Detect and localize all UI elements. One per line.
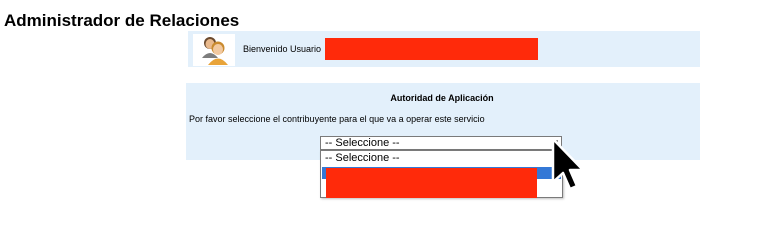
welcome-bar: Bienvenido Usuario xyxy=(188,31,700,67)
authority-instruction: Por favor seleccione el contribuyente pa… xyxy=(189,114,485,124)
taxpayer-dropdown-list: -- Seleccione -- xyxy=(320,150,563,198)
welcome-text: Bienvenido Usuario xyxy=(243,44,322,54)
dropdown-option-placeholder[interactable]: -- Seleccione -- xyxy=(325,152,400,165)
taxpayer-select[interactable]: -- Seleccione -- ▾ xyxy=(320,136,562,150)
authority-title: Autoridad de Aplicación xyxy=(390,93,494,103)
redacted-username xyxy=(325,38,538,60)
users-icon xyxy=(193,34,235,66)
redacted-option[interactable] xyxy=(326,168,537,198)
select-value: -- Seleccione -- xyxy=(325,137,400,149)
mouse-pointer-icon xyxy=(549,136,589,196)
page-title: Administrador de Relaciones xyxy=(4,11,240,30)
